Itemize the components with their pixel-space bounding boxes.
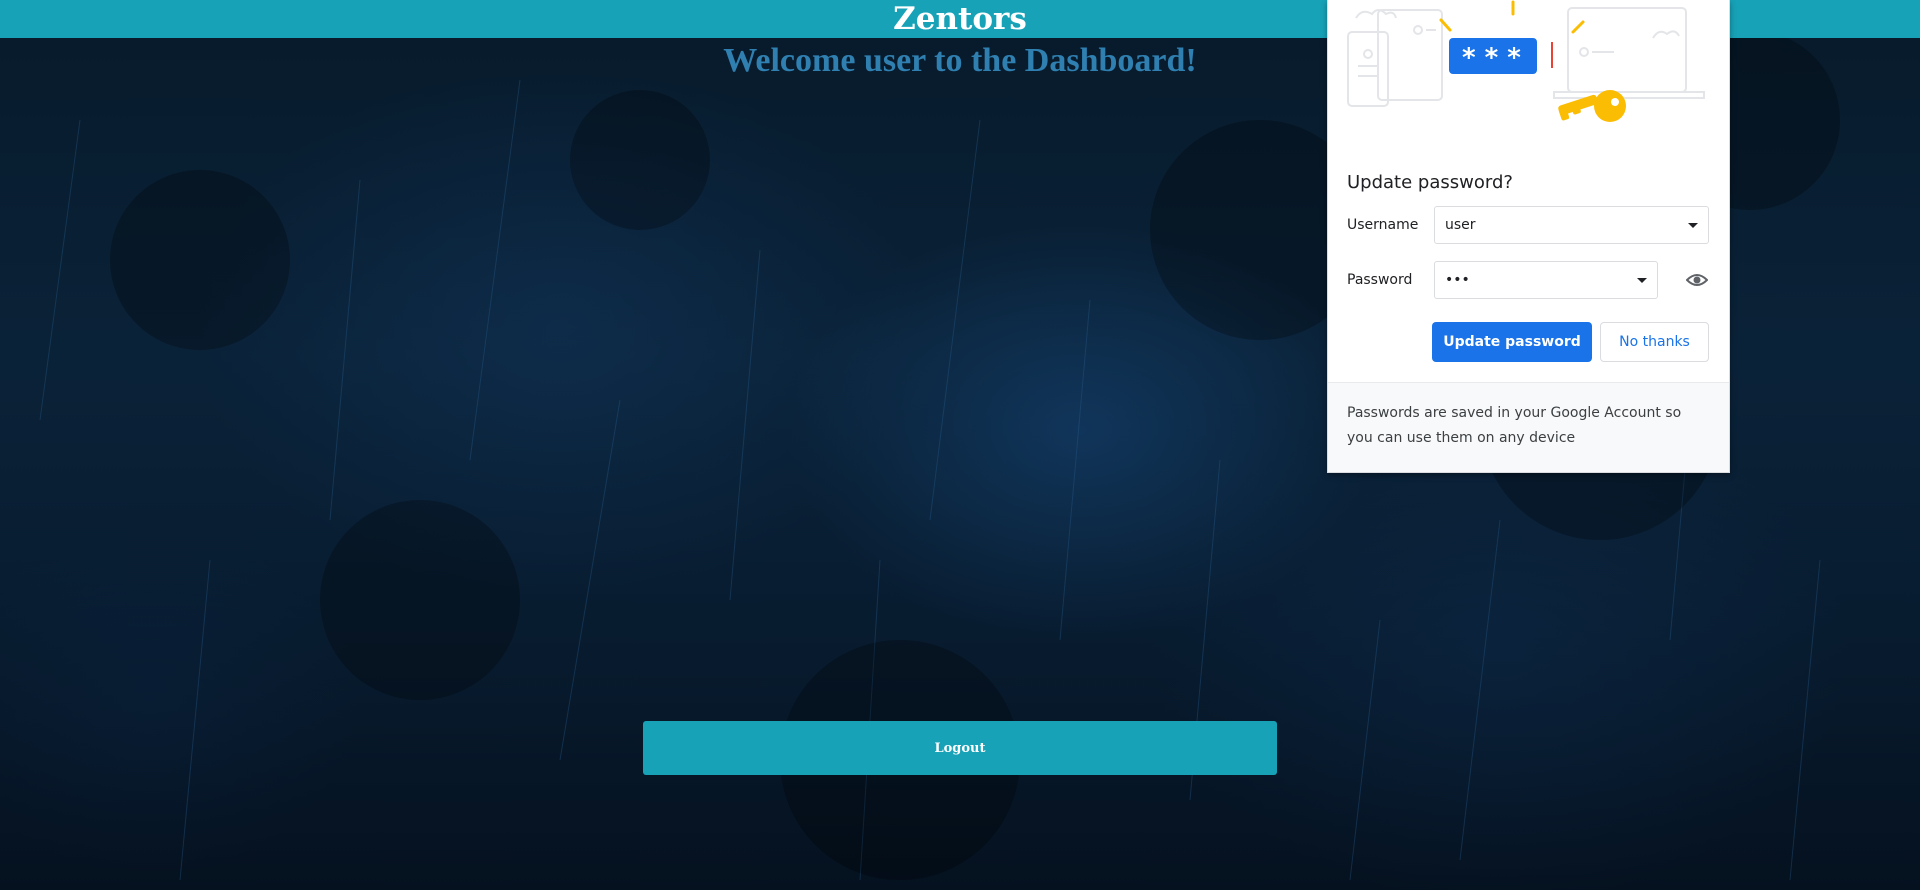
password-illustration: * * * bbox=[1347, 0, 1705, 122]
no-thanks-button[interactable]: No thanks bbox=[1600, 322, 1709, 362]
footer-text: Passwords are saved in your Google Accou… bbox=[1347, 405, 1682, 446]
password-value: ••• bbox=[1445, 272, 1470, 288]
chevron-down-icon bbox=[1637, 278, 1647, 283]
password-field[interactable]: ••• bbox=[1434, 261, 1658, 299]
username-field[interactable]: user bbox=[1434, 206, 1709, 244]
password-chip-text: * * * bbox=[1462, 43, 1521, 73]
password-label: Password bbox=[1347, 272, 1413, 288]
username-value: user bbox=[1445, 217, 1476, 233]
eye-icon[interactable] bbox=[1686, 271, 1708, 289]
bubble-title: Update password? bbox=[1347, 172, 1513, 193]
bubble-footer: Passwords are saved in your Google Accou… bbox=[1328, 382, 1729, 472]
update-password-bubble: * * * Update password? Username user Pas… bbox=[1327, 0, 1730, 473]
logout-button[interactable]: Logout bbox=[643, 721, 1277, 775]
chevron-down-icon bbox=[1688, 223, 1698, 228]
username-label: Username bbox=[1347, 217, 1419, 233]
update-password-button[interactable]: Update password bbox=[1432, 322, 1592, 362]
